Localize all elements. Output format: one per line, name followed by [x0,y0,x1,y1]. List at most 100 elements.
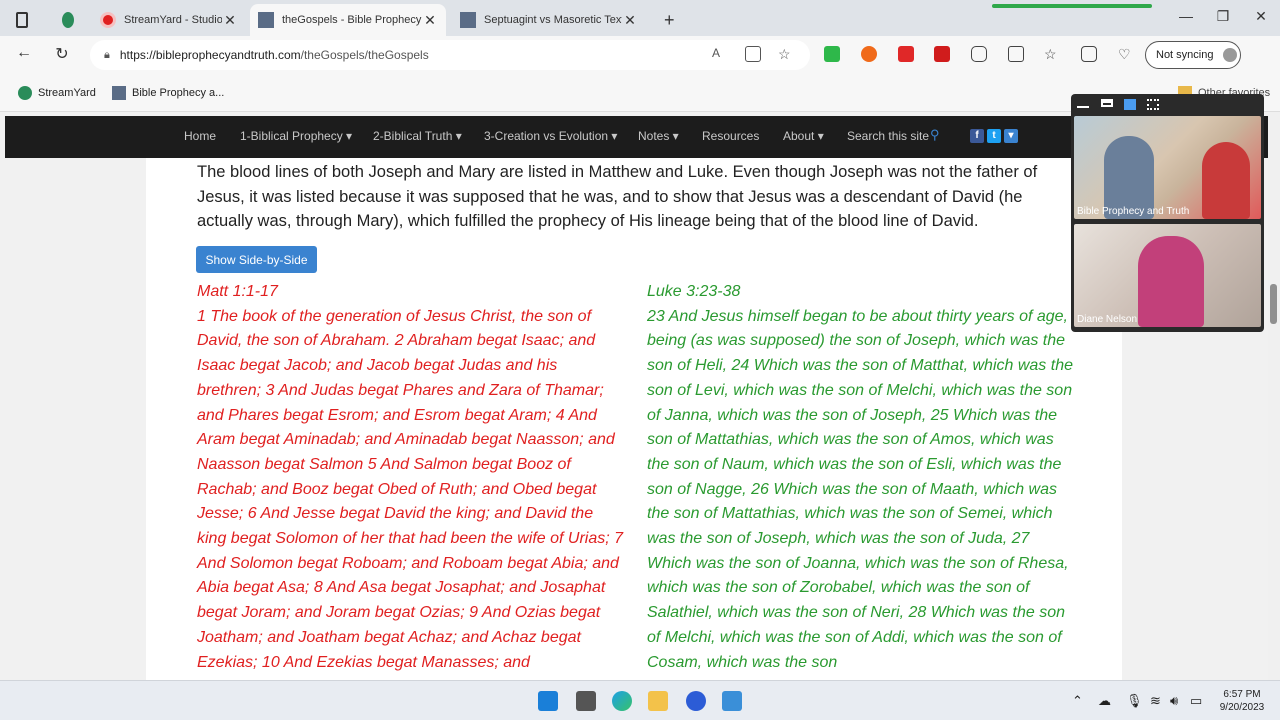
bookmark-streamyard[interactable]: StreamYard [18,86,96,100]
participant-figure [1138,236,1204,327]
microphone-icon[interactable]: 🎙︎ [1126,693,1143,709]
edge-icon[interactable] [612,691,632,711]
star-icon[interactable]: ☆ [778,46,794,62]
tab-septuagint[interactable]: Septuagint vs Masoretic Text ✕ [452,4,646,36]
address-toolbar: ← ↻ 🔒︎ https://bibleprophecyandtruth.com… [0,36,1280,76]
nav-search[interactable]: Search this site [847,129,929,143]
grid-view-icon[interactable] [1147,99,1159,110]
wifi-icon[interactable]: ≋ [1150,693,1161,709]
tab-actions-button[interactable] [8,4,44,36]
bookmark-bible-prophecy[interactable]: Bible Prophecy a... [112,86,224,100]
tab-thegospels[interactable]: theGospels - Bible Prophecy ✕ [250,4,446,36]
maximize-button[interactable]: ❐ [1213,8,1233,25]
collections-icon[interactable] [1081,46,1097,62]
bookmark-label: StreamYard [38,87,96,99]
compact-view-icon[interactable] [1101,99,1113,107]
participant-figure [1202,142,1250,219]
facebook-icon[interactable]: f [970,129,984,143]
clock-date: 9/20/2023 [1219,702,1265,713]
more-social-icon[interactable]: ▾ [1004,129,1018,143]
speaker-icon[interactable]: 🔊︎ [1170,693,1178,709]
luke-column: Luke 3:23-38 23 And Jesus himself began … [647,280,1077,675]
video-tile-guest: Diane Nelson [1074,224,1261,327]
split-screen-icon[interactable] [1008,46,1024,62]
url-bar[interactable]: 🔒︎ https://bibleprophecyandtruth.com/the… [90,40,810,70]
tab-pinned[interactable] [54,4,90,36]
luke-reference: Luke 3:23-38 [647,283,741,300]
close-icon[interactable]: ✕ [222,12,238,29]
video-tile-host: Bible Prophecy and Truth [1074,116,1261,219]
clock[interactable]: 6:57 PM 9/20/2023 [1212,688,1272,714]
nav-notes[interactable]: Notes ▾ [638,129,679,143]
intro-paragraph: The blood lines of both Joseph and Mary … [197,163,1038,231]
extension-red-icon[interactable] [898,46,914,62]
streamyard-favicon-icon [18,86,32,100]
nav-home[interactable]: Home [184,129,216,143]
video-tile-label: Bible Prophecy and Truth [1077,206,1190,217]
matthew-reference: Matt 1:1-17 [197,283,278,300]
tab-streamyard[interactable]: StreamYard - Studio ✕ [92,4,246,36]
speaker-view-icon[interactable] [1124,99,1136,110]
clock-time: 6:57 PM [1223,689,1261,700]
nav-biblical-prophecy[interactable]: 1-Biblical Prophecy ▾ [240,129,352,143]
tab-label: Septuagint vs Masoretic Text [484,14,622,26]
immersive-reader-icon[interactable] [745,46,761,62]
url-host: https://bibleprophecyandtruth.com [119,48,301,62]
windows-taskbar: ⌃ ☁ 🎙︎ ≋ 🔊︎ ▭ 6:57 PM 9/20/2023 [0,680,1280,720]
task-view-icon[interactable] [576,691,596,711]
twitter-icon[interactable]: t [987,129,1001,143]
scrollbar-thumb[interactable] [1270,284,1277,324]
cloud-icon[interactable]: ☁ [1098,693,1111,709]
avatar [1223,48,1238,62]
pdf-extension-icon[interactable] [934,46,950,62]
site-favicon-icon [112,86,126,100]
extensions-icon[interactable] [971,46,987,62]
show-side-by-side-button[interactable]: Show Side-by-Side [196,246,317,273]
nav-creation-vs-evolution[interactable]: 3-Creation vs Evolution ▾ [484,129,617,143]
close-window-button[interactable]: ✕ [1251,8,1271,25]
bookmark-label: Bible Prophecy a... [132,87,225,99]
streamyard-favicon-icon [62,12,74,28]
favorites-icon[interactable]: ☆ [1044,46,1060,62]
chevron-up-icon[interactable]: ⌃ [1072,693,1083,709]
site-favicon-icon [460,12,476,28]
start-button[interactable] [538,691,558,711]
zoom-icon[interactable] [686,691,706,711]
nav-resources[interactable]: Resources [702,129,759,143]
search-icon[interactable]: ⚲ [930,127,940,143]
refresh-button[interactable]: ↻ [50,44,74,64]
battery-icon[interactable]: ▭ [1190,693,1202,709]
lock-icon: 🔒︎ [104,48,110,61]
minimize-button[interactable]: — [1176,8,1196,24]
site-favicon-icon [258,12,274,28]
read-aloud-icon[interactable]: A [712,46,728,62]
recording-icon [100,12,116,28]
nav-about[interactable]: About ▾ [783,129,824,143]
page-scrollbar[interactable] [1268,112,1280,680]
minimize-video-icon[interactable] [1077,99,1089,108]
video-call-overlay[interactable]: Bible Prophecy and Truth Diane Nelson [1071,94,1264,332]
matthew-column: Matt 1:1-17 1 The book of the generation… [197,280,625,675]
browser-essentials-icon[interactable]: ♡ [1118,46,1134,62]
close-icon[interactable]: ✕ [422,12,438,29]
video-toolbar [1071,94,1264,116]
arrow-left-icon: ← [16,44,32,61]
new-tab-button[interactable]: + [656,4,684,36]
close-icon[interactable]: ✕ [622,12,638,29]
extension-orange-icon[interactable] [861,46,877,62]
browser-tab-strip: StreamYard - Studio ✕ theGospels - Bible… [0,0,1280,36]
refresh-icon: ↻ [55,46,69,63]
luke-text: 23 And Jesus himself began to be about t… [647,307,1073,671]
profile-sync-button[interactable]: Not syncing [1145,41,1241,69]
matthew-text: 1 The book of the generation of Jesus Ch… [197,307,624,671]
tab-label: theGospels - Bible Prophecy [282,14,422,26]
tab-label: StreamYard - Studio [124,14,222,26]
tab-actions-icon [16,12,28,28]
back-button[interactable]: ← [12,44,36,62]
file-explorer-icon[interactable] [648,691,668,711]
plus-icon: + [664,9,675,30]
window-drag-handle[interactable] [992,4,1152,8]
extension-green-icon[interactable] [824,46,840,62]
nav-biblical-truth[interactable]: 2-Biblical Truth ▾ [373,129,462,143]
app-icon[interactable] [722,691,742,711]
